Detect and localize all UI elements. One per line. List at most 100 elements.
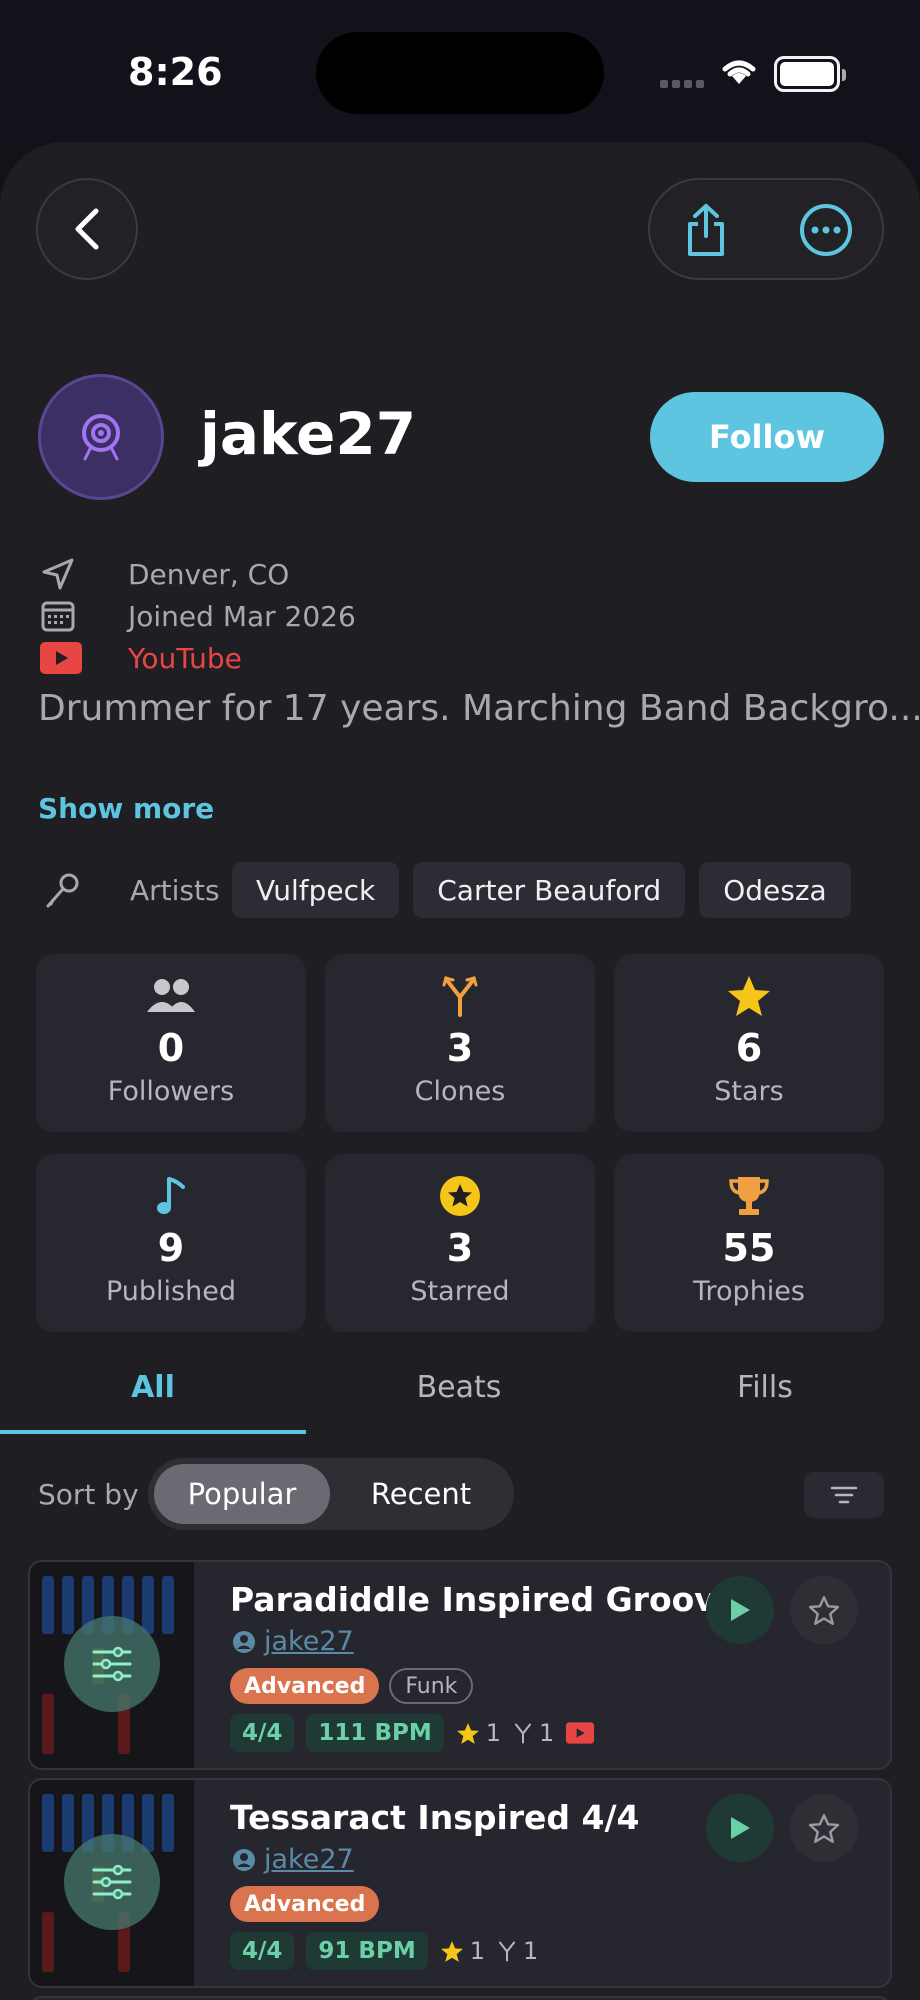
youtube-link[interactable]: YouTube xyxy=(128,642,242,675)
back-button[interactable] xyxy=(36,178,138,280)
stat-starred[interactable]: 3 Starred xyxy=(325,1154,595,1332)
fork-icon xyxy=(515,1723,531,1744)
joined-text: Joined Mar 2026 xyxy=(128,599,356,633)
chevron-left-icon xyxy=(75,208,99,250)
target-icon xyxy=(82,414,120,461)
follow-button[interactable]: Follow xyxy=(650,392,884,482)
groove-title[interactable]: Tessaract Inspired 4/4 xyxy=(230,1798,640,1837)
battery-icon xyxy=(774,56,846,92)
star-count: 1 xyxy=(440,1937,485,1965)
play-button[interactable] xyxy=(706,1576,774,1644)
stat-label: Clones xyxy=(414,1076,506,1107)
star-count-value: 1 xyxy=(485,1719,501,1747)
location-arrow-icon xyxy=(42,558,74,590)
time-signature: 4/4 xyxy=(230,1932,295,1970)
avatar xyxy=(38,374,164,500)
stat-value: 6 xyxy=(735,1026,763,1070)
filter-button[interactable] xyxy=(804,1472,884,1518)
username: jake27 xyxy=(200,400,417,468)
microphone-icon xyxy=(46,873,79,908)
stat-published[interactable]: 9 Published xyxy=(36,1154,306,1332)
star-icon xyxy=(456,1722,479,1744)
stat-followers[interactable]: 0 Followers xyxy=(36,954,306,1132)
clone-count-value: 1 xyxy=(523,1937,539,1965)
author-name[interactable]: jake27 xyxy=(264,1626,354,1657)
content-tabs: All Beats Fills xyxy=(0,1358,920,1428)
sliders-icon xyxy=(92,1646,132,1682)
share-button[interactable] xyxy=(676,200,736,260)
people-icon xyxy=(147,979,195,1012)
ellipsis-circle-icon xyxy=(800,204,852,256)
groove-title[interactable]: Paradiddle Inspired Groove xyxy=(230,1580,738,1619)
star-button[interactable] xyxy=(790,1576,858,1644)
stat-value: 3 xyxy=(446,1026,474,1070)
youtube-icon xyxy=(566,1722,595,1744)
tab-underline xyxy=(0,1430,306,1434)
groove-card[interactable]: Paradiddle Inspired Groove jake27 Advanc… xyxy=(28,1560,892,1770)
level-badge: Advanced xyxy=(230,1886,380,1922)
star-icon xyxy=(728,976,770,1016)
groove-thumbnail xyxy=(30,1780,194,1986)
joined-row: Joined Mar 2026 xyxy=(40,596,356,636)
filter-lines-icon xyxy=(830,1486,858,1504)
stat-label: Followers xyxy=(107,1076,235,1107)
stat-value: 0 xyxy=(157,1026,185,1070)
show-more-link[interactable]: Show more xyxy=(38,792,214,825)
artist-chip[interactable]: Vulfpeck xyxy=(232,862,400,918)
groove-author[interactable]: jake27 xyxy=(232,1844,354,1875)
sort-recent-button[interactable]: Recent xyxy=(334,1464,508,1524)
trophy-icon xyxy=(729,1177,769,1215)
groove-thumbnail xyxy=(30,1562,194,1768)
location-row: Denver, CO xyxy=(40,554,289,594)
stat-value: 9 xyxy=(157,1226,185,1270)
groove-card[interactable]: Tessaract Inspired 4/4 jake27 Advanced 4… xyxy=(28,1778,892,1988)
mixer-knob xyxy=(64,1616,160,1712)
level-badge: Advanced xyxy=(230,1668,380,1704)
youtube-icon xyxy=(40,642,82,674)
tempo: 111 BPM xyxy=(306,1714,444,1752)
star-count: 1 xyxy=(456,1719,501,1747)
tab-all[interactable]: All xyxy=(0,1358,306,1418)
youtube-row[interactable]: YouTube xyxy=(40,638,242,678)
sort-label: Sort by xyxy=(38,1478,139,1511)
groove-meta: 4/4 111 BPM 1 1 xyxy=(230,1714,595,1752)
signal-icon xyxy=(660,80,704,88)
groove-card-partial[interactable] xyxy=(28,1996,892,2000)
user-circle-icon xyxy=(233,1848,255,1871)
sort-popular-button[interactable]: Popular xyxy=(154,1464,330,1524)
stat-value: 55 xyxy=(722,1226,776,1270)
artist-chip[interactable]: Carter Beauford xyxy=(413,862,686,918)
groove-meta: 4/4 91 BPM 1 1 xyxy=(230,1932,538,1970)
star-circle-icon xyxy=(440,1176,480,1216)
stat-label: Trophies xyxy=(693,1276,805,1307)
star-outline-icon xyxy=(808,1813,840,1843)
stat-stars[interactable]: 6 Stars xyxy=(614,954,884,1132)
author-name[interactable]: jake27 xyxy=(264,1844,354,1875)
genre-badge: Funk xyxy=(389,1668,474,1704)
tab-beats[interactable]: Beats xyxy=(306,1358,612,1418)
stat-label: Starred xyxy=(410,1276,510,1307)
tempo: 91 BPM xyxy=(306,1932,428,1970)
star-button[interactable] xyxy=(790,1794,858,1862)
play-button[interactable] xyxy=(706,1794,774,1862)
star-count-value: 1 xyxy=(469,1937,485,1965)
tab-fills[interactable]: Fills xyxy=(612,1358,918,1418)
star-icon xyxy=(440,1940,463,1962)
fork-icon xyxy=(442,976,478,1017)
stats-grid: 0 Followers 3 Clones 6 Stars 9 Published… xyxy=(36,954,884,1332)
groove-badges: Advanced xyxy=(230,1886,380,1922)
fork-icon xyxy=(499,1941,515,1962)
bio-text: Drummer for 17 years. Marching Band Back… xyxy=(38,688,920,729)
status-bar: 8:26 xyxy=(0,0,920,140)
dynamic-island xyxy=(316,32,604,114)
share-icon xyxy=(688,204,724,256)
stat-clones[interactable]: 3 Clones xyxy=(325,954,595,1132)
stat-trophies[interactable]: 55 Trophies xyxy=(614,1154,884,1332)
more-button[interactable] xyxy=(796,200,856,260)
groove-author[interactable]: jake27 xyxy=(232,1626,354,1657)
artists-label: Artists xyxy=(130,874,220,907)
status-time: 8:26 xyxy=(128,50,223,94)
artist-chip[interactable]: Odesza xyxy=(699,862,851,918)
stat-value: 3 xyxy=(446,1226,474,1270)
artist-chips: Vulfpeck Carter Beauford Odesza xyxy=(232,862,851,918)
